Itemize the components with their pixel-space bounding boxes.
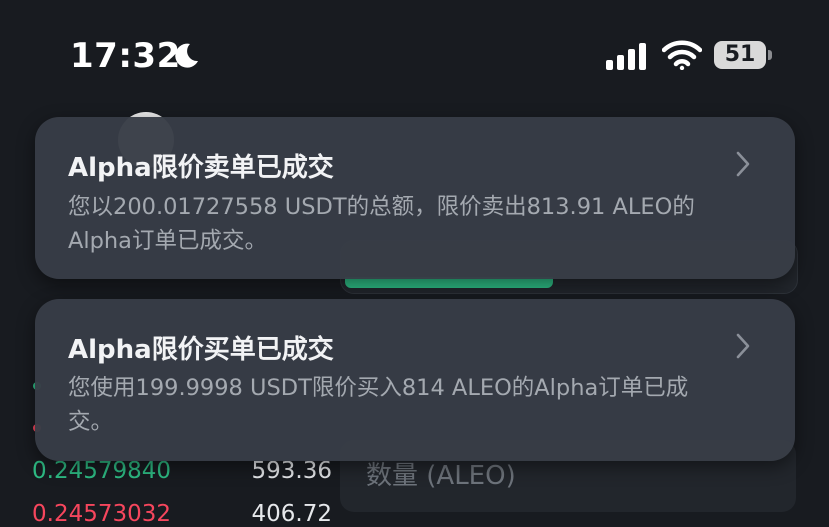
chevron-right-icon (736, 151, 750, 177)
order-book-row[interactable]: 0.24573032 406.72 (32, 501, 332, 527)
status-bar: 17:32 51 (0, 0, 829, 110)
status-time: 17:32 (70, 36, 181, 76)
notification-body: 您以200.01727558 USDT的总额，限价卖出813.91 ALEO的A… (68, 194, 695, 254)
notification-sell-filled[interactable]: Alpha限价卖单已成交 您以200.01727558 USDT的总额，限价卖出… (35, 117, 795, 279)
notification-buy-filled[interactable]: Alpha限价买单已成交 您使用199.9998 USDT限价买入814 ALE… (35, 299, 795, 461)
order-book-price: 0.24579840 (32, 458, 172, 484)
order-book-amount: 593.36 (251, 458, 332, 484)
battery-level: 51 (724, 42, 756, 67)
notification-title: Alpha限价买单已成交 (68, 335, 334, 365)
order-book-row[interactable]: 0.24579840 593.36 (32, 458, 332, 484)
notification-title: Alpha限价卖单已成交 (68, 153, 334, 183)
battery-icon: 51 (714, 41, 772, 70)
notification-body: 您使用199.9998 USDT限价买入814 ALEO的Alpha订单已成交。 (68, 375, 689, 435)
order-book-price: 0.24573032 (32, 501, 172, 527)
moon-icon (175, 43, 198, 68)
cellular-signal-icon (606, 43, 646, 70)
wifi-icon (662, 40, 702, 70)
chevron-right-icon (736, 333, 750, 359)
order-book-amount: 406.72 (251, 501, 332, 527)
